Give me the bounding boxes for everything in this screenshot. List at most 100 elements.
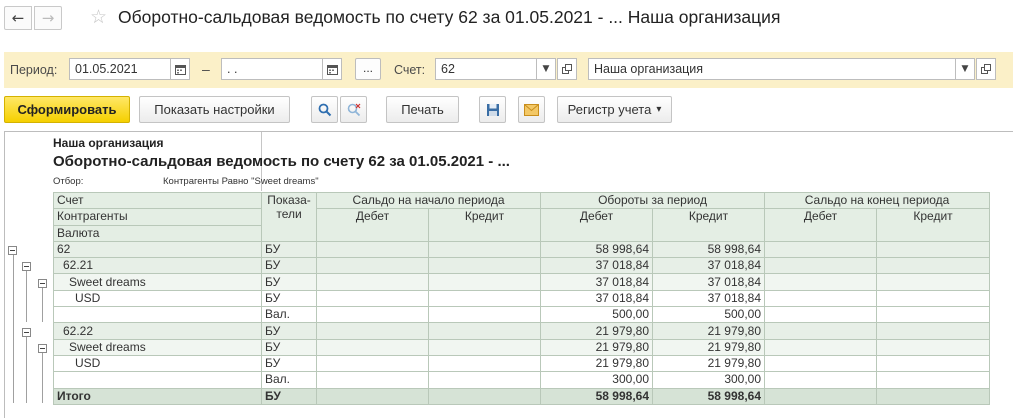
title-bar: ← → ☆ Оборотно-сальдовая ведомость по сч… [0,0,1015,38]
collapse-group-icon[interactable] [22,262,31,271]
cell: 58 998,64 [651,387,766,405]
calendar-icon[interactable] [170,58,190,80]
cell [876,257,991,275]
chevron-down-icon: ▾ [656,104,662,115]
dropdown-arrow-icon[interactable]: ▼ [955,58,975,80]
period-select-button[interactable]: ... [355,58,381,80]
forward-arrow-icon[interactable]: → [34,6,62,30]
table-row[interactable]: Sweet dreams БУ 21 979,80 21 979,80 [53,338,991,356]
cell: 21 979,80 [651,354,766,373]
save-button[interactable] [479,96,506,123]
header-turnover-credit: Кредит [651,208,766,242]
grouping-tree [5,242,53,412]
print-button[interactable]: Печать [386,96,459,123]
header-turnover: Обороты за период [539,191,766,210]
search-cancel-icon [347,103,361,117]
report-title: Оборотно-сальдовая ведомость по счету 62… [53,153,510,170]
table-row[interactable]: Вал. 300,00 300,00 [53,371,991,389]
cell [764,240,878,259]
cell [764,289,878,308]
open-icon[interactable] [557,58,577,80]
cell: 500,00 [651,306,766,324]
cell [428,273,541,291]
cell [316,354,429,373]
tree-line [42,351,43,403]
table-row[interactable]: USD БУ 21 979,80 21 979,80 [53,354,991,373]
collapse-group-icon[interactable] [38,279,47,288]
cell [764,371,878,389]
generate-button[interactable]: Сформировать [4,96,130,123]
header-opening-balance: Сальдо на начало периода [316,191,541,210]
table-row[interactable]: 62.21 БУ 37 018,84 37 018,84 [53,257,991,275]
period-label: Период: [10,63,58,77]
cell [876,338,991,356]
floppy-disk-icon [486,103,500,117]
table-row[interactable]: 62 БУ 58 998,64 58 998,64 [53,240,991,259]
cell: 37 018,84 [651,289,766,308]
cell [316,289,429,308]
row-name: USD [53,354,262,373]
cell [876,354,991,373]
cell [876,240,991,259]
cell [316,322,429,340]
cell [428,338,541,356]
cell: 58 998,64 [651,240,766,259]
date-to-input[interactable]: . . [221,58,323,80]
collapse-group-icon[interactable] [38,344,47,353]
accounting-register-button[interactable]: Регистр учета ▾ [557,96,672,123]
header-closing-debit: Дебет [764,208,878,242]
back-arrow-icon[interactable]: ← [4,6,32,30]
filter-value: Контрагенты Равно "Sweet dreams" [163,176,319,187]
tree-line [42,286,43,322]
row-name: USD [53,289,262,308]
header-row: Счет Показа- тели Сальдо на начало перио… [53,191,991,242]
table-row[interactable]: Sweet dreams БУ 37 018,84 37 018,84 [53,273,991,291]
cell [316,273,429,291]
header-row: Контрагенты Дебет Кредит Дебет Кредит Де… [53,208,991,242]
dropdown-arrow-icon[interactable]: ▼ [536,58,556,80]
row-name [53,371,262,389]
cell: 37 018,84 [540,273,653,291]
open-icon[interactable] [976,58,996,80]
table-row[interactable]: USD БУ 37 018,84 37 018,84 [53,289,991,308]
cell: 21 979,80 [651,322,766,340]
cell: 500,00 [540,306,653,324]
cell [316,257,429,275]
calendar-icon[interactable] [322,58,342,80]
cell [876,371,991,389]
collapse-group-icon[interactable] [8,246,17,255]
row-indicator: БУ [261,240,317,259]
cell: 58 998,64 [540,387,653,405]
send-email-button[interactable] [518,96,545,123]
search-cancel-button[interactable] [340,96,367,123]
favorite-star-icon[interactable]: ☆ [90,6,107,28]
cell: 300,00 [651,371,766,389]
total-row[interactable]: Итого БУ 58 998,64 58 998,64 [53,387,991,405]
table-row[interactable]: 62.22 БУ 21 979,80 21 979,80 [53,322,991,340]
cell [764,354,878,373]
account-input[interactable]: 62 [435,58,537,80]
header-opening-debit: Дебет [316,208,429,242]
table-row[interactable]: Вал. 500,00 500,00 [53,306,991,324]
header-account: Счет [53,191,262,210]
cell [428,322,541,340]
cell: 21 979,80 [540,354,653,373]
cell: 37 018,84 [651,257,766,275]
collapse-group-icon[interactable] [22,328,31,337]
date-from-input[interactable]: 01.05.2021 [69,58,171,80]
organization-input[interactable]: Наша организация [588,58,956,80]
window-title: Оборотно-сальдовая ведомость по счету 62… [118,7,781,27]
row-indicator: БУ [261,354,317,373]
search-button[interactable] [311,96,338,123]
report-parameters-panel: Период: 01.05.2021 – . . ... Счет: 62 ▼ … [4,52,1013,88]
cell [316,371,429,389]
row-name [53,306,262,324]
cell [428,289,541,308]
cell [876,306,991,324]
show-settings-button[interactable]: Показать настройки [139,96,290,123]
cell [764,306,878,324]
cell: 21 979,80 [651,338,766,356]
header-indicators: Показа- тели [261,192,317,242]
row-indicator: БУ [261,257,317,275]
cell [316,338,429,356]
